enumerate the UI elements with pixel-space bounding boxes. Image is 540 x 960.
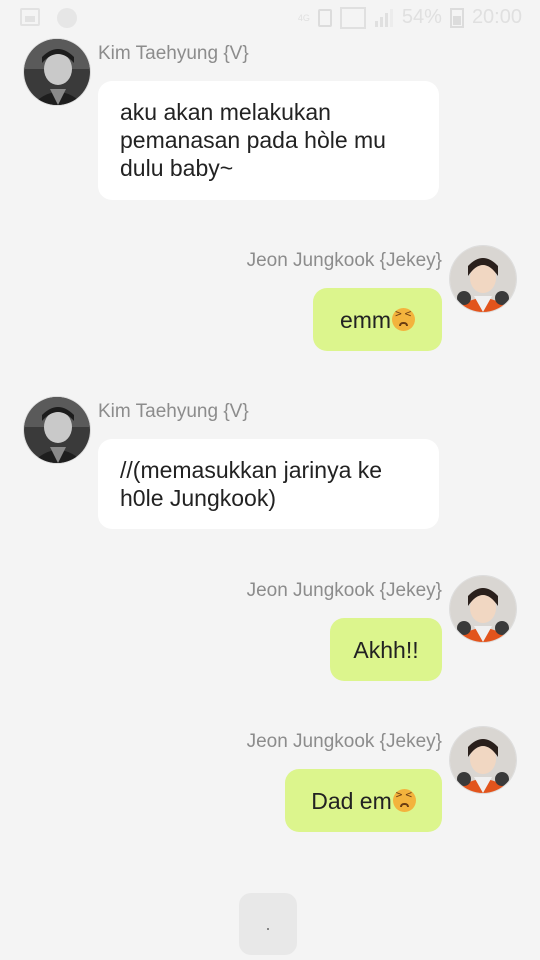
- sender-name: Kim Taehyung {V}: [98, 43, 249, 64]
- sim-icon: [317, 8, 332, 27]
- message-bubble[interactable]: Dad em: [285, 769, 442, 832]
- message-text: aku akan melakukan pemanasan pada hòle m…: [120, 99, 386, 181]
- message-bubble[interactable]: emm: [313, 288, 442, 351]
- avatar-photo: [450, 576, 516, 642]
- status-right-group: 4G 54% 20:00: [298, 6, 522, 29]
- avatar-photo: [24, 39, 90, 105]
- message-bubble[interactable]: //(memasukkan jarinya ke h0le Jungkook): [98, 439, 439, 529]
- avatar-kim-taehyung[interactable]: [24, 39, 90, 105]
- network-type-label: 4G: [297, 12, 310, 23]
- battery-icon: [449, 7, 464, 28]
- avatar-photo: [450, 727, 516, 793]
- message-bubble[interactable]: Akhh!!: [330, 618, 442, 681]
- status-bar: 4G 54% 20:00: [0, 0, 540, 36]
- sender-name: Jeon Jungkook {Jekey}: [246, 580, 442, 601]
- sender-name: Jeon Jungkook {Jekey}: [246, 731, 442, 752]
- message-text: //(memasukkan jarinya ke h0le Jungkook): [120, 457, 383, 511]
- message-bubble[interactable]: aku akan melakukan pemanasan pada hòle m…: [98, 81, 439, 200]
- sender-name: Jeon Jungkook {Jekey}: [246, 250, 442, 271]
- settings-icon: [57, 8, 77, 28]
- no-signal-icon: [339, 6, 366, 29]
- signal-icon: [374, 8, 393, 27]
- gallery-icon: [20, 8, 40, 26]
- message-text: emm: [339, 306, 392, 333]
- avatar-jeon-jungkook[interactable]: [450, 727, 516, 793]
- message-text: Akhh!!: [353, 636, 419, 663]
- avatar-photo: [450, 246, 516, 312]
- message-text: Dad em: [311, 787, 392, 814]
- avatar-photo: [24, 397, 90, 463]
- avatar-kim-taehyung[interactable]: [24, 397, 90, 463]
- clock: 20:00: [471, 6, 522, 28]
- sender-name: Kim Taehyung {V}: [98, 401, 249, 422]
- avatar-jeon-jungkook[interactable]: [450, 576, 516, 642]
- battery-percent: 54%: [401, 6, 442, 28]
- tired-face-emoji: [392, 789, 416, 812]
- avatar-jeon-jungkook[interactable]: [450, 246, 516, 312]
- tired-face-emoji: [392, 308, 416, 331]
- typing-indicator[interactable]: .: [239, 893, 297, 955]
